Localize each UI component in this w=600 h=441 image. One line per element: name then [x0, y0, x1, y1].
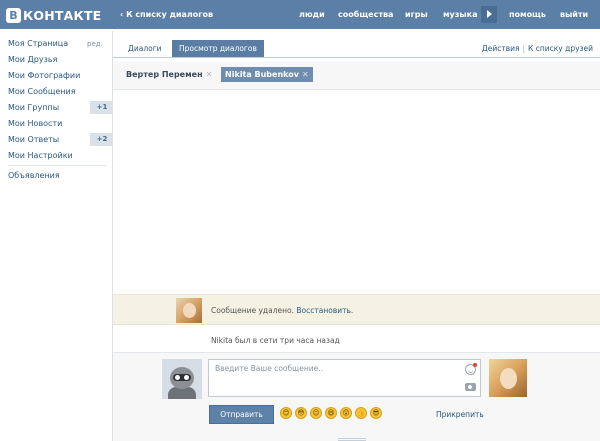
edit-link[interactable]: ред. — [87, 38, 103, 50]
contact-tab-nikita[interactable]: Nikita Bubenkov ✕ — [221, 67, 313, 82]
camera-icon[interactable] — [465, 383, 476, 391]
logo-icon: В — [6, 7, 21, 23]
sidebar-item-label: Мои Сообщения — [8, 87, 76, 96]
close-icon[interactable]: ✕ — [206, 70, 213, 79]
nav-music[interactable]: музыка — [443, 10, 477, 19]
sidebar-item-messages[interactable]: Мои Сообщения — [8, 86, 108, 102]
tabs-bar: Диалоги Просмотр диалогов Действия | К спи… — [113, 31, 600, 58]
sidebar-item-friends[interactable]: Мои Друзья — [8, 54, 108, 70]
sidebar-item-news[interactable]: Мои Новости — [8, 118, 108, 134]
tab-dialogs[interactable]: Диалоги — [121, 40, 169, 57]
message-history[interactable] — [113, 91, 600, 294]
logo-text: КОНТАКТЕ — [23, 7, 102, 23]
last-seen-status: Nikita был в сети три часа назад — [211, 336, 340, 345]
nav-logout[interactable]: выйти — [560, 10, 588, 19]
actions-link[interactable]: Действия — [482, 44, 520, 53]
message-composer: Отправить 😊 😳 😉 😄 😲 👍 😎 Прикрепить — [113, 352, 600, 441]
emoji-row: 😊 😳 😉 😄 😲 👍 😎 — [280, 407, 382, 421]
sidebar-item-label: Мои Группы — [8, 103, 60, 112]
emoji-smile-icon[interactable]: 😊 — [280, 407, 292, 419]
recipient-avatar[interactable] — [489, 359, 527, 397]
answers-badge[interactable]: +2 — [90, 133, 114, 146]
emoji-wink-icon[interactable]: 😉 — [310, 407, 322, 419]
notification-dot — [473, 363, 477, 367]
restore-link[interactable]: Восстановить. — [296, 306, 353, 315]
sidebar-item-label: Мои Друзья — [8, 55, 58, 64]
top-header: В КОНТАКТЕ ‹ К списку диалогов люди сооб… — [0, 0, 600, 29]
sidebar-item-answers[interactable]: Мои Ответы +2 — [8, 133, 114, 150]
status-row: Nikita был в сети три часа назад — [113, 331, 600, 351]
emoji-blush-icon[interactable]: 😳 — [295, 407, 307, 419]
my-avatar[interactable] — [162, 359, 202, 399]
right-links: Действия | К списку друзей — [482, 44, 593, 53]
vk-logo[interactable]: В КОНТАКТЕ — [6, 7, 101, 23]
tab-view-dialogs[interactable]: Просмотр диалогов — [172, 40, 264, 57]
deleted-label: Сообщение удалено. — [211, 306, 294, 315]
link-separator: | — [522, 44, 526, 53]
back-to-dialogs-link[interactable]: ‹ К списку диалогов — [120, 10, 213, 19]
nav-games[interactable]: игры — [405, 10, 428, 19]
play-icon[interactable] — [481, 6, 497, 23]
sidebar-item-settings[interactable]: Мои Настройки — [8, 150, 108, 166]
sidebar-item-label: Мои Настройки — [8, 151, 73, 160]
groups-badge[interactable]: +1 — [90, 101, 114, 114]
emoji-sunglasses-icon[interactable]: 😎 — [370, 407, 382, 419]
emoji-surprised-icon[interactable]: 😲 — [340, 407, 352, 419]
sidebar-item-groups[interactable]: Мои Группы +1 — [8, 101, 114, 118]
nav-communities[interactable]: сообщества — [338, 10, 393, 19]
emoji-thumbs-up-icon[interactable]: 👍 — [355, 407, 367, 419]
sidebar-item-photos[interactable]: Мои Фотографии — [8, 70, 108, 86]
nav-help[interactable]: помощь — [509, 10, 546, 19]
sidebar-item-my-page[interactable]: Моя Страница ред. — [8, 38, 108, 54]
sidebar-item-label: Мои Новости — [8, 119, 63, 128]
raccoon-eye — [184, 375, 189, 380]
sidebar-item-label: Моя Страница — [8, 39, 69, 48]
message-input-box — [208, 359, 481, 397]
sidebar-ads-link[interactable]: Объявления — [8, 171, 60, 180]
deleted-notice-text: Сообщение удалено. Восстановить. — [211, 306, 353, 315]
send-button[interactable]: Отправить — [209, 405, 274, 424]
to-friends-link[interactable]: К списку друзей — [528, 44, 593, 53]
left-sidebar: Моя Страница ред. Мои Друзья Мои Фотогра… — [8, 38, 114, 166]
contact-name: Nikita Bubenkov — [225, 70, 299, 79]
attach-link[interactable]: Прикрепить — [436, 410, 484, 419]
message-input[interactable] — [209, 360, 480, 396]
contact-tab-verter[interactable]: Вертер Перемен ✕ — [126, 70, 212, 79]
deleted-message-notice: Сообщение удалено. Восстановить. — [113, 294, 600, 325]
sidebar-item-label: Мои Фотографии — [8, 71, 81, 80]
avatar[interactable] — [176, 298, 202, 323]
smile-icon[interactable] — [465, 363, 477, 375]
raccoon-eye — [175, 375, 180, 380]
close-icon[interactable]: ✕ — [302, 70, 309, 79]
nav-people[interactable]: люди — [299, 10, 325, 19]
emoji-grin-icon[interactable]: 😄 — [325, 407, 337, 419]
sidebar-divider — [8, 165, 106, 166]
contacts-bar: Вертер Перемен ✕ Nikita Bubenkov ✕ — [113, 62, 600, 90]
sidebar-item-label: Мои Ответы — [8, 135, 60, 144]
contact-name: Вертер Перемен — [126, 70, 203, 79]
dialog-panel: Диалоги Просмотр диалогов Действия | К спи… — [112, 31, 600, 441]
